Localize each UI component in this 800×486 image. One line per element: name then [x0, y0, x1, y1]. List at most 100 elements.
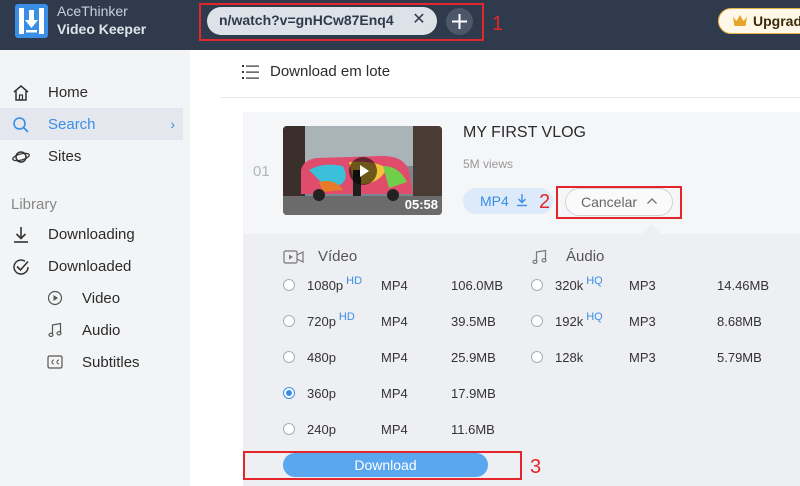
- app-title-line1: AceThinker: [57, 3, 128, 19]
- audio-option-128k[interactable]: 128k MP3 5.79MB: [531, 348, 781, 368]
- video-header-label: Vídeo: [318, 248, 358, 265]
- sidebar-item-downloading[interactable]: Downloading: [0, 218, 183, 250]
- app-logo: [15, 4, 48, 38]
- video-camera-icon: [283, 250, 304, 264]
- sidebar-item-video[interactable]: Video: [0, 282, 183, 314]
- sidebar-item-downloaded[interactable]: Downloaded: [0, 250, 183, 282]
- download-icon: [517, 194, 527, 207]
- sidebar-item-home[interactable]: Home: [0, 76, 183, 108]
- option-radio[interactable]: [283, 423, 295, 435]
- option-quality: 720p HD: [307, 311, 355, 329]
- check-circle-icon: [13, 259, 29, 275]
- result-index: 01: [253, 163, 270, 180]
- video-views: 5M views: [463, 157, 514, 171]
- sidebar-item-label: Search: [48, 116, 96, 133]
- option-radio[interactable]: [283, 351, 295, 363]
- annotation-box-1: [199, 3, 484, 41]
- quality-badge: HQ: [586, 275, 603, 287]
- sidebar-item-sites[interactable]: Sites: [0, 140, 183, 172]
- quality-badge: HD: [346, 275, 363, 287]
- format-label: MP4: [480, 193, 509, 209]
- option-radio[interactable]: [531, 279, 543, 291]
- video-option-1080p[interactable]: 1080p HD MP4 106.0MB: [283, 275, 533, 296]
- option-format: MP4: [381, 314, 408, 329]
- download-options-panel: Vídeo Áudio 1080pHD MP4 106.0MB 720pHD: [243, 234, 800, 486]
- dropdown-pointer: [641, 224, 661, 234]
- option-quality: 320k HQ: [555, 275, 603, 293]
- option-quality: 360p: [307, 386, 336, 401]
- crown-icon: [733, 15, 747, 26]
- sidebar-item-label: Video: [82, 290, 121, 307]
- sidebar-item-subtitles[interactable]: Subtitles: [0, 346, 183, 378]
- option-radio[interactable]: [531, 315, 543, 327]
- search-icon: [13, 117, 29, 133]
- option-radio-selected[interactable]: [283, 387, 295, 399]
- option-quality: 192k HQ: [555, 311, 603, 329]
- option-quality: 480p: [307, 350, 336, 365]
- video-duration: 05:58: [404, 197, 438, 212]
- sidebar: Home Search › Sites Library Downloading …: [0, 50, 190, 486]
- main-panel: Download em lote 01 05:58 MY FIRST VLOG …: [190, 50, 800, 486]
- audio-option-192k[interactable]: 192k HQ MP3 8.68MB: [531, 311, 781, 332]
- music-note-icon: [532, 249, 547, 264]
- annotation-number-3: 3: [530, 456, 542, 478]
- video-option-240p[interactable]: 240p MP4 11.6MB: [283, 420, 533, 440]
- option-size: 5.79MB: [717, 350, 762, 365]
- option-radio[interactable]: [283, 315, 295, 327]
- video-option-360p[interactable]: 360p MP4 17.9MB: [283, 384, 533, 404]
- option-size: 8.68MB: [717, 314, 762, 329]
- audio-option-320k[interactable]: 320k HQ MP3 14.46MB: [531, 275, 781, 296]
- video-title: MY FIRST VLOG: [463, 124, 586, 141]
- option-size: 11.6MB: [451, 422, 495, 437]
- sidebar-item-label: Downloading: [48, 226, 135, 243]
- sidebar-item-label: Home: [48, 84, 89, 101]
- option-size: 25.9MB: [451, 350, 496, 365]
- option-radio[interactable]: [531, 351, 543, 363]
- video-option-720p[interactable]: 720p HD MP4 39.5MB: [283, 311, 533, 332]
- option-format: MP4: [381, 386, 408, 401]
- option-size: 39.5MB: [451, 314, 496, 329]
- option-format: MP3: [629, 278, 656, 293]
- library-heading: Library: [11, 196, 57, 213]
- app-title-line2: Video Keeper: [57, 21, 147, 37]
- audio-header-label: Áudio: [566, 248, 605, 265]
- chevron-right-icon: ›: [170, 116, 175, 132]
- batch-download-label: Download em lote: [270, 63, 391, 80]
- option-quality: 128k: [555, 350, 584, 365]
- quality-badge: HQ: [586, 311, 603, 323]
- option-format: MP4: [381, 350, 408, 365]
- play-circle-icon: [47, 290, 63, 306]
- app-title: AceThinker Video Keeper: [57, 2, 146, 38]
- upgrade-button[interactable]: Upgrade: [718, 8, 800, 34]
- sidebar-item-audio[interactable]: Audio: [0, 314, 183, 346]
- planet-icon: [12, 151, 30, 163]
- annotation-box-2: [556, 186, 682, 219]
- play-icon[interactable]: [348, 156, 378, 186]
- download-icon: [14, 227, 28, 243]
- option-format: MP4: [381, 422, 408, 437]
- option-format: MP4: [381, 278, 408, 293]
- option-size: 17.9MB: [451, 386, 496, 401]
- option-size: 106.0MB: [451, 278, 504, 293]
- home-icon: [13, 85, 29, 101]
- music-note-icon: [48, 322, 62, 337]
- cc-icon: [47, 355, 63, 369]
- option-format: MP3: [629, 314, 656, 329]
- quality-badge: HD: [338, 311, 355, 323]
- sidebar-item-label: Audio: [82, 322, 121, 339]
- divider: [220, 97, 800, 98]
- upgrade-label: Upgrade: [753, 13, 800, 29]
- sidebar-item-label: Sites: [48, 148, 82, 165]
- download-logo-icon: [19, 8, 44, 34]
- video-option-480p[interactable]: 480p MP4 25.9MB: [283, 348, 533, 368]
- video-thumbnail[interactable]: 05:58: [283, 126, 442, 215]
- sidebar-item-label: Downloaded: [48, 258, 132, 275]
- option-quality: 1080p HD: [307, 275, 363, 293]
- sidebar-item-search[interactable]: Search ›: [0, 108, 183, 140]
- search-result-card: 01 05:58 MY FIRST VLOG 5M views MP4 Canc…: [243, 112, 800, 486]
- option-radio[interactable]: [283, 279, 295, 291]
- option-size: 14.46MB: [717, 278, 770, 293]
- sidebar-item-label: Subtitles: [82, 354, 140, 371]
- annotation-number-2: 2: [539, 191, 551, 213]
- annotation-number-1: 1: [492, 13, 504, 35]
